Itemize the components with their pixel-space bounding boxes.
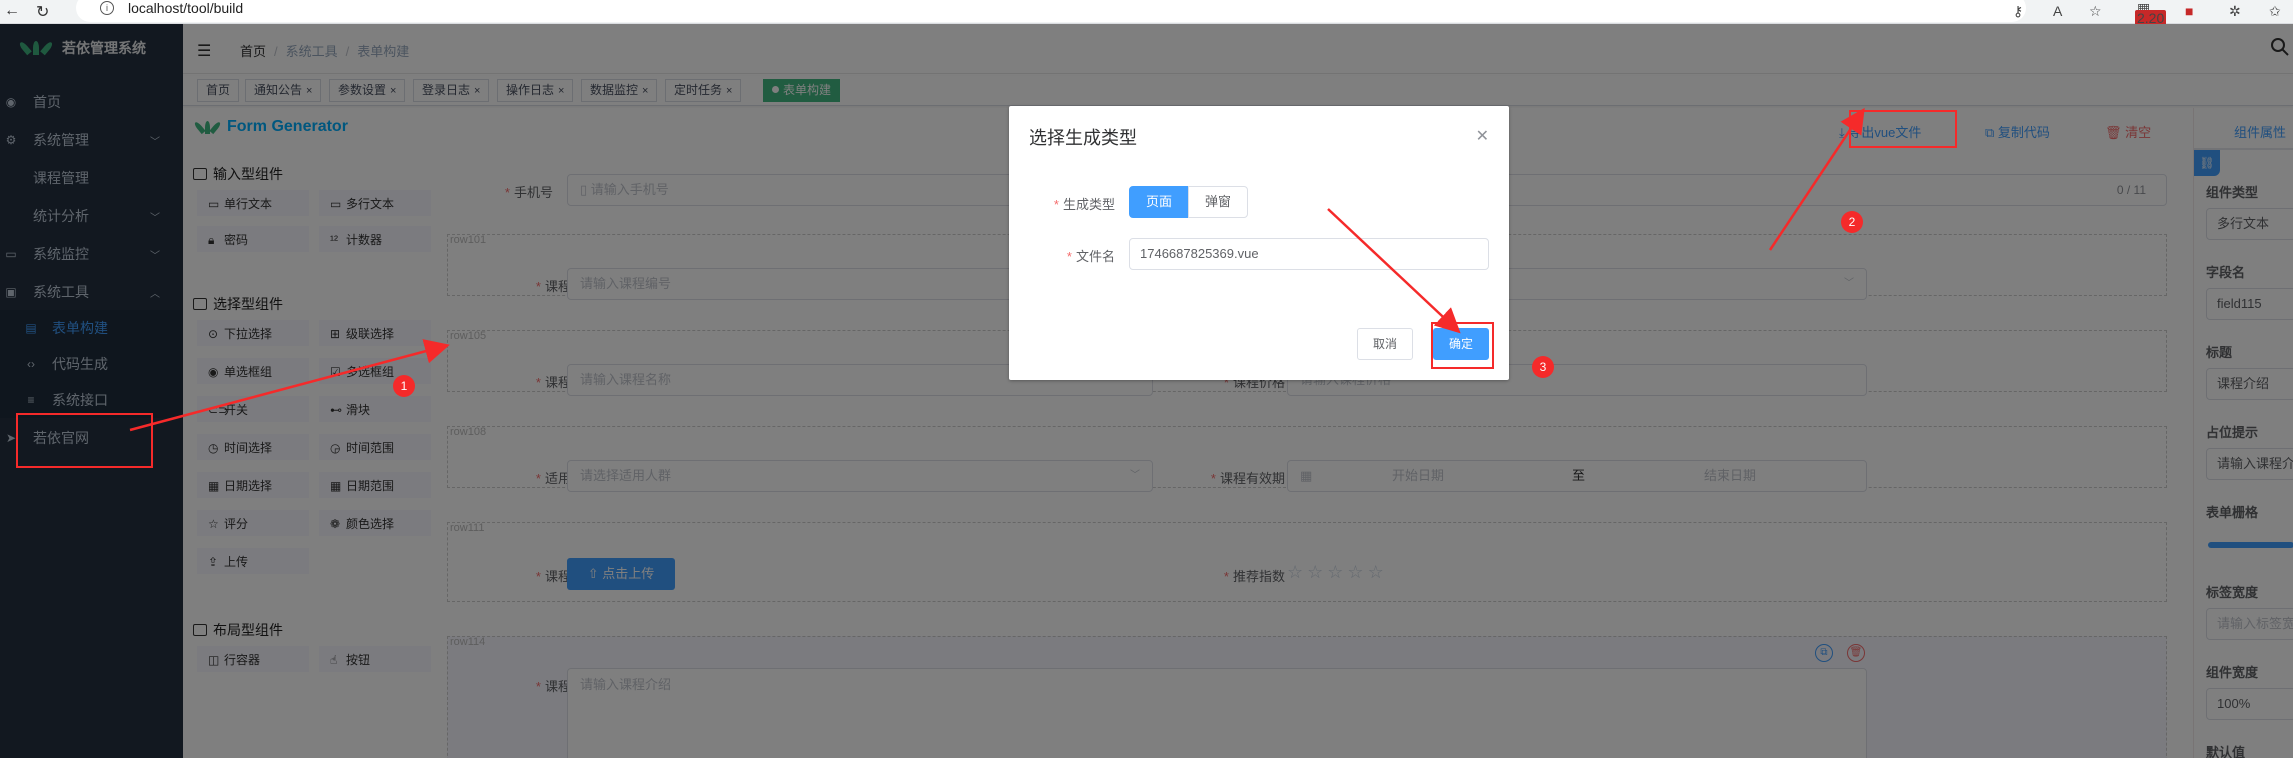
annotation-badge-2: 2 — [1841, 211, 1863, 233]
close-icon[interactable]: ✕ — [1476, 126, 1489, 146]
extension-icon[interactable]: ▦ 2.20 — [2135, 0, 2167, 26]
filename-label: * 文件名 — [1066, 249, 1115, 264]
site-info-icon[interactable]: i — [100, 1, 114, 15]
favorites-icon[interactable]: ✩ — [2269, 3, 2281, 20]
type-option-page[interactable]: 页面 — [1129, 186, 1189, 218]
url-text: localhost/tool/build — [128, 0, 244, 16]
type-option-dialog[interactable]: 弹窗 — [1188, 186, 1248, 218]
dialog-title: 选择生成类型 — [1029, 128, 1137, 148]
browser-toolbar: ← ↻ i localhost/tool/build ⚷ A ☆ ▦ 2.20 ■… — [0, 0, 2293, 26]
annotation-badge-3: 3 — [1532, 356, 1554, 378]
annotation-box-3 — [1431, 322, 1494, 369]
key-icon[interactable]: ⚷ — [2013, 3, 2023, 20]
annotation-badge-1: 1 — [393, 375, 415, 397]
favorite-star-icon[interactable]: ☆ — [2089, 3, 2102, 20]
annotation-box-1 — [16, 413, 153, 468]
cancel-button[interactable]: 取消 — [1357, 328, 1413, 360]
extension-red-icon[interactable]: ■ — [2185, 3, 2193, 19]
reload-icon[interactable]: ↻ — [36, 2, 49, 22]
back-icon[interactable]: ← — [4, 2, 20, 20]
read-aloud-icon[interactable]: A — [2053, 3, 2062, 19]
address-bar[interactable]: i localhost/tool/build — [76, 0, 2026, 22]
type-label: * 生成类型 — [1053, 197, 1115, 212]
annotation-box-2 — [1849, 110, 1957, 148]
extensions-puzzle-icon[interactable]: ✲ — [2229, 3, 2241, 20]
filename-input[interactable]: 1746687825369.vue — [1129, 238, 1489, 270]
